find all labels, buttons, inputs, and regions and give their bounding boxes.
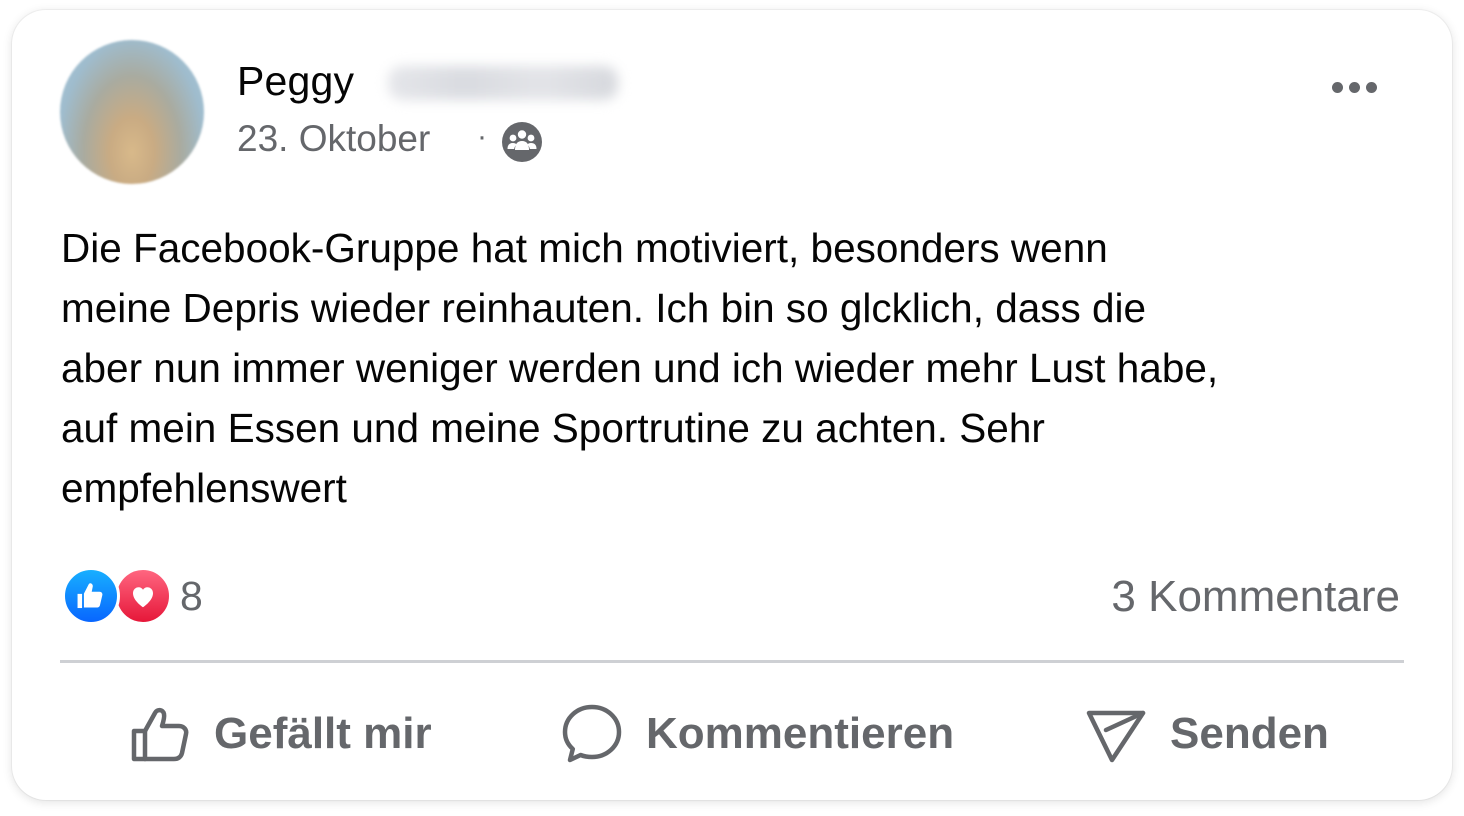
post-text: Die Facebook-Gruppe hat mich motiviert, …: [61, 218, 1421, 518]
like-button[interactable]: Gefällt mir: [130, 690, 432, 778]
group-icon: [502, 122, 542, 162]
reaction-count: 8: [180, 572, 203, 619]
author-surname-blurred: [388, 66, 618, 100]
post-date[interactable]: 23. Oktober: [237, 118, 430, 160]
avatar[interactable]: [60, 40, 204, 184]
love-reaction-icon: [114, 567, 172, 625]
divider: [60, 660, 1404, 663]
action-bar: Gefällt mir Kommentieren Senden: [60, 690, 1404, 778]
post-card: Peggy 23. Oktober · Die Facebook-Gruppe …: [12, 10, 1452, 800]
comment-button-label: Kommentieren: [646, 709, 955, 758]
like-reaction-icon: [62, 567, 120, 625]
post-text-line: aber nun immer weniger werden und ich wi…: [61, 345, 1219, 391]
send-button[interactable]: Senden: [1084, 690, 1329, 778]
like-button-label: Gefällt mir: [214, 709, 432, 758]
post-text-line: Die Facebook-Gruppe hat mich motiviert, …: [61, 225, 1108, 271]
more-options-icon[interactable]: [1324, 70, 1384, 104]
post-text-line: auf mein Essen und meine Sportrutine zu …: [61, 405, 1045, 451]
post-text-line: meine Depris wieder reinhauten. Ich bin …: [61, 285, 1147, 331]
author-name[interactable]: Peggy: [237, 58, 354, 105]
comment-bubble-icon: [562, 704, 622, 763]
reactions-summary[interactable]: 8: [62, 566, 203, 626]
send-button-label: Senden: [1170, 709, 1329, 758]
meta-separator: ·: [477, 120, 487, 153]
comment-button[interactable]: Kommentieren: [560, 690, 954, 778]
send-icon: [1086, 710, 1146, 763]
comments-count-link[interactable]: 3 Kommentare: [1111, 572, 1400, 622]
thumbs-up-icon: [131, 707, 189, 762]
post-text-line: empfehlenswert: [61, 465, 347, 511]
